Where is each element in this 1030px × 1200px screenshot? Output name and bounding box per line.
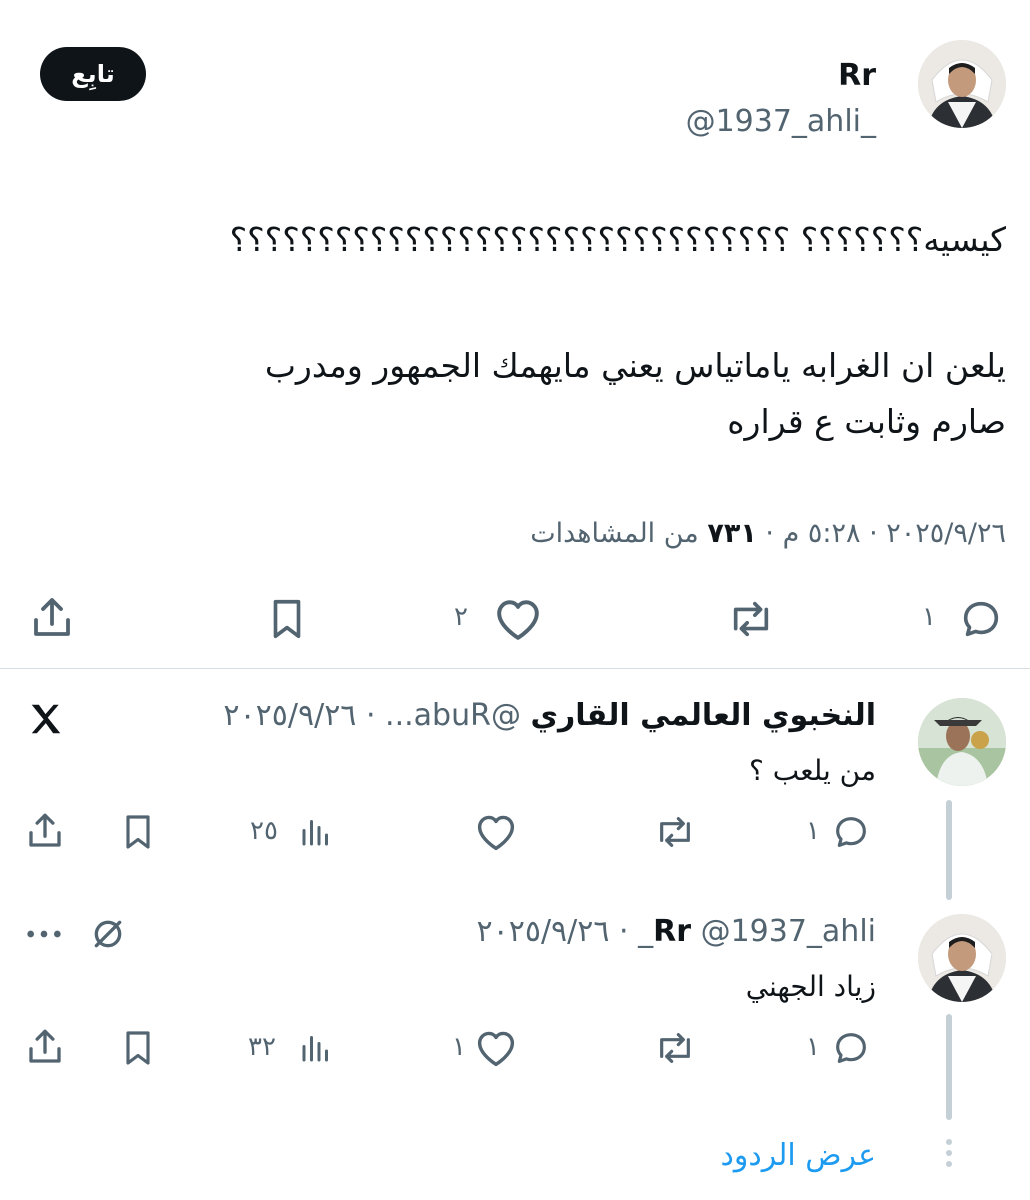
tweet-text-line-3: صارم وثابت ع قراره [727, 402, 1006, 441]
reply2-like-icon[interactable] [474, 1028, 518, 1068]
reply2-separator: · [609, 914, 629, 949]
reply2-date[interactable]: ٢٠٢٥/٩/٢٦ [476, 914, 609, 949]
reply-count: ١ [922, 602, 936, 632]
reply1-display-name[interactable]: النخبوي العالمي القاري [531, 698, 877, 733]
reply1-reply-icon[interactable] [830, 812, 872, 852]
reply2-views-icon[interactable] [298, 1030, 334, 1066]
tweet-text-line-1: كيسيه؟؟؟؟؟؟؟ ؟؟؟؟؟؟؟؟؟؟؟؟؟؟؟؟؟؟؟؟؟؟؟؟؟؟؟… [229, 220, 1006, 259]
reply2-retweet-icon[interactable] [652, 1028, 698, 1068]
reply2-bookmark-icon[interactable] [118, 1028, 158, 1068]
show-replies-link[interactable]: عرض الردود [721, 1138, 877, 1173]
reply2-share-icon[interactable] [24, 1026, 66, 1068]
reply1-date[interactable]: ٢٠٢٥/٩/٢٦ [223, 698, 356, 733]
reply2-display-name[interactable]: Rr [653, 914, 691, 949]
reply-icon[interactable] [956, 596, 1006, 642]
meta-separator: · [860, 518, 878, 549]
thread-connector [946, 800, 952, 900]
avatar-image [918, 698, 1006, 786]
tweet-date[interactable]: ٢٠٢٥/٩/٢٦ [886, 518, 1006, 549]
reply1-views-icon[interactable] [298, 814, 334, 850]
reply2-reply-count: ١ [806, 1032, 820, 1062]
reply2-reply-icon[interactable] [830, 1028, 872, 1068]
avatar-image [918, 40, 1006, 128]
more-options-icon[interactable] [24, 920, 64, 948]
like-icon[interactable] [492, 596, 544, 642]
reply2-avatar[interactable] [918, 914, 1006, 1002]
views-count: ٧٣١ [707, 518, 757, 549]
author-handle[interactable]: @1937_ahli_ [686, 104, 876, 139]
tweet-time[interactable]: ٥:٢٨ م [783, 518, 861, 549]
share-icon[interactable] [28, 594, 76, 642]
reply1-retweet-icon[interactable] [652, 812, 698, 852]
author-avatar[interactable] [918, 40, 1006, 128]
reply2-like-count: ١ [452, 1032, 466, 1062]
reply1-reply-count: ١ [806, 816, 820, 846]
reply1-views-count: ٢٥ [250, 816, 278, 846]
reply1-like-icon[interactable] [474, 812, 518, 852]
retweet-icon[interactable] [722, 596, 780, 642]
thread-connector [946, 1014, 952, 1120]
reply1-text: من يلعب ؟ [748, 754, 876, 787]
like-count: ٢ [454, 602, 468, 632]
reply1-header: النخبوي العالمي القاري @abuR... · ٢٠٢٥/٩… [223, 698, 876, 733]
reply1-separator: · [356, 698, 376, 733]
reply1-bookmark-icon[interactable] [118, 812, 158, 852]
meta-separator: · [756, 518, 774, 549]
reply1-share-icon[interactable] [24, 810, 66, 852]
follow-button[interactable]: تابِع [40, 47, 146, 101]
x-logo-icon[interactable] [26, 700, 66, 738]
tweet-meta: ٢٠٢٥/٩/٢٦ · ٥:٢٨ م · ٧٣١ من المشاهدات [530, 518, 1006, 549]
author-display-name[interactable]: Rr [838, 58, 876, 93]
reply2-views-count: ٣٢ [248, 1032, 276, 1062]
reply1-handle[interactable]: @abuR... [385, 698, 521, 733]
avatar-image [918, 914, 1006, 1002]
reply1-avatar[interactable] [918, 698, 1006, 786]
section-divider [0, 668, 1030, 669]
tweet-text-line-2: يلعن ان الغرابه ياماتياس يعني مايهمك الج… [264, 346, 1006, 385]
reply2-text: زياد الجهني [745, 970, 876, 1003]
no-link-icon[interactable] [88, 914, 128, 954]
bookmark-icon[interactable] [264, 596, 310, 642]
views-label: من المشاهدات [530, 518, 699, 549]
reply2-header: Rr @1937_ahli_ · ٢٠٢٥/٩/٢٦ [476, 914, 876, 949]
collapsed-thread-dots [944, 1138, 954, 1168]
